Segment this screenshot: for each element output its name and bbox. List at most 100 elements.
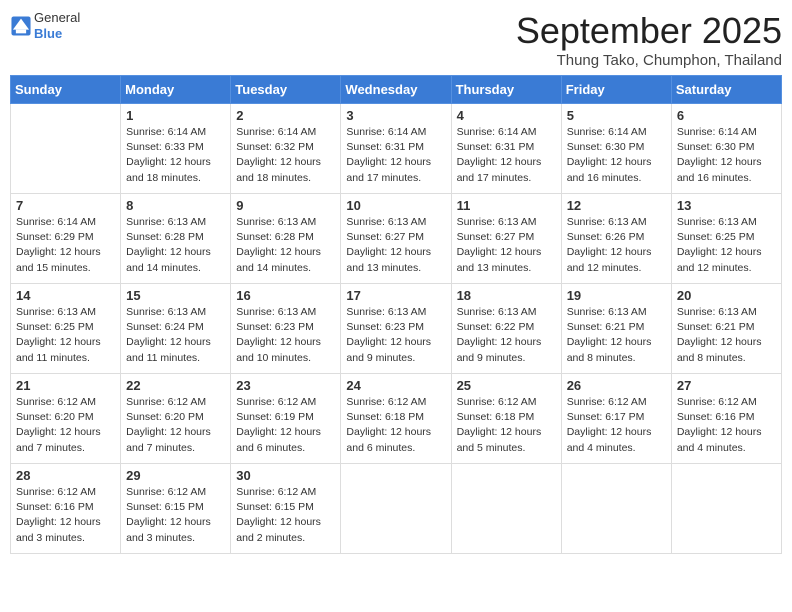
- day-info: Sunrise: 6:12 AMSunset: 6:19 PMDaylight:…: [236, 395, 335, 456]
- logo-icon: [10, 15, 32, 37]
- day-info: Sunrise: 6:13 AMSunset: 6:25 PMDaylight:…: [16, 305, 115, 366]
- day-number: 1: [126, 108, 225, 123]
- calendar-cell: 10 Sunrise: 6:13 AMSunset: 6:27 PMDayligh…: [341, 194, 451, 284]
- day-number: 4: [457, 108, 556, 123]
- day-info: Sunrise: 6:12 AMSunset: 6:16 PMDaylight:…: [16, 485, 115, 546]
- day-number: 21: [16, 378, 115, 393]
- day-info: Sunrise: 6:12 AMSunset: 6:16 PMDaylight:…: [677, 395, 776, 456]
- location-title: Thung Tako, Chumphon, Thailand: [516, 52, 782, 69]
- day-info: Sunrise: 6:14 AMSunset: 6:31 PMDaylight:…: [346, 125, 445, 186]
- day-number: 20: [677, 288, 776, 303]
- day-number: 30: [236, 468, 335, 483]
- calendar-cell: [671, 464, 781, 554]
- calendar-cell: 4 Sunrise: 6:14 AMSunset: 6:31 PMDaylight…: [451, 104, 561, 194]
- day-number: 3: [346, 108, 445, 123]
- header-sunday: Sunday: [11, 76, 121, 104]
- calendar-cell: 29 Sunrise: 6:12 AMSunset: 6:15 PMDayligh…: [121, 464, 231, 554]
- day-info: Sunrise: 6:13 AMSunset: 6:28 PMDaylight:…: [236, 215, 335, 276]
- logo-general: General: [34, 10, 80, 26]
- page-header: General Blue September 2025 Thung Tako, …: [10, 10, 782, 69]
- day-info: Sunrise: 6:14 AMSunset: 6:32 PMDaylight:…: [236, 125, 335, 186]
- logo-blue: Blue: [34, 26, 80, 42]
- calendar-cell: 26Sunrise: 6:12 AMSunset: 6:17 PMDayligh…: [561, 374, 671, 464]
- day-number: 13: [677, 198, 776, 213]
- week-row-3: 14 Sunrise: 6:13 AMSunset: 6:25 PMDayligh…: [11, 284, 782, 374]
- calendar-cell: [11, 104, 121, 194]
- day-info: Sunrise: 6:12 AMSunset: 6:15 PMDaylight:…: [126, 485, 225, 546]
- calendar-cell: 7Sunrise: 6:14 AMSunset: 6:29 PMDaylight…: [11, 194, 121, 284]
- day-info: Sunrise: 6:14 AMSunset: 6:31 PMDaylight:…: [457, 125, 556, 186]
- day-number: 25: [457, 378, 556, 393]
- day-number: 9: [236, 198, 335, 213]
- calendar-cell: 19 Sunrise: 6:13 AMSunset: 6:21 PMDayligh…: [561, 284, 671, 374]
- calendar-cell: 28 Sunrise: 6:12 AMSunset: 6:16 PMDayligh…: [11, 464, 121, 554]
- calendar-cell: 14 Sunrise: 6:13 AMSunset: 6:25 PMDayligh…: [11, 284, 121, 374]
- calendar-cell: 18 Sunrise: 6:13 AMSunset: 6:22 PMDayligh…: [451, 284, 561, 374]
- calendar-cell: 1Sunrise: 6:14 AMSunset: 6:33 PMDaylight…: [121, 104, 231, 194]
- header-wednesday: Wednesday: [341, 76, 451, 104]
- day-info: Sunrise: 6:13 AMSunset: 6:21 PMDaylight:…: [677, 305, 776, 366]
- calendar-cell: 25Sunrise: 6:12 AMSunset: 6:18 PMDayligh…: [451, 374, 561, 464]
- header-thursday: Thursday: [451, 76, 561, 104]
- day-number: 2: [236, 108, 335, 123]
- header-friday: Friday: [561, 76, 671, 104]
- title-area: September 2025 Thung Tako, Chumphon, Tha…: [516, 10, 782, 69]
- day-info: Sunrise: 6:13 AMSunset: 6:26 PMDaylight:…: [567, 215, 666, 276]
- day-info: Sunrise: 6:13 AMSunset: 6:23 PMDaylight:…: [346, 305, 445, 366]
- day-info: Sunrise: 6:13 AMSunset: 6:23 PMDaylight:…: [236, 305, 335, 366]
- month-title: September 2025: [516, 10, 782, 52]
- header-monday: Monday: [121, 76, 231, 104]
- calendar-cell: 6 Sunrise: 6:14 AMSunset: 6:30 PMDaylight…: [671, 104, 781, 194]
- calendar-cell: 27 Sunrise: 6:12 AMSunset: 6:16 PMDayligh…: [671, 374, 781, 464]
- day-info: Sunrise: 6:13 AMSunset: 6:21 PMDaylight:…: [567, 305, 666, 366]
- day-number: 15: [126, 288, 225, 303]
- day-info: Sunrise: 6:13 AMSunset: 6:25 PMDaylight:…: [677, 215, 776, 276]
- day-number: 19: [567, 288, 666, 303]
- day-number: 28: [16, 468, 115, 483]
- calendar-cell: 5 Sunrise: 6:14 AMSunset: 6:30 PMDaylight…: [561, 104, 671, 194]
- day-info: Sunrise: 6:12 AMSunset: 6:17 PMDaylight:…: [567, 395, 666, 456]
- calendar: SundayMondayTuesdayWednesdayThursdayFrid…: [10, 75, 782, 554]
- day-number: 12: [567, 198, 666, 213]
- day-number: 29: [126, 468, 225, 483]
- day-number: 18: [457, 288, 556, 303]
- day-info: Sunrise: 6:12 AMSunset: 6:20 PMDaylight:…: [16, 395, 115, 456]
- calendar-cell: [451, 464, 561, 554]
- day-number: 6: [677, 108, 776, 123]
- day-number: 14: [16, 288, 115, 303]
- day-info: Sunrise: 6:12 AMSunset: 6:18 PMDaylight:…: [346, 395, 445, 456]
- calendar-cell: 17Sunrise: 6:13 AMSunset: 6:23 PMDayligh…: [341, 284, 451, 374]
- day-number: 24: [346, 378, 445, 393]
- calendar-header-row: SundayMondayTuesdayWednesdayThursdayFrid…: [11, 76, 782, 104]
- day-number: 5: [567, 108, 666, 123]
- week-row-1: 1Sunrise: 6:14 AMSunset: 6:33 PMDaylight…: [11, 104, 782, 194]
- calendar-cell: 8Sunrise: 6:13 AMSunset: 6:28 PMDaylight…: [121, 194, 231, 284]
- day-number: 22: [126, 378, 225, 393]
- day-info: Sunrise: 6:13 AMSunset: 6:27 PMDaylight:…: [346, 215, 445, 276]
- day-info: Sunrise: 6:13 AMSunset: 6:22 PMDaylight:…: [457, 305, 556, 366]
- calendar-cell: 15Sunrise: 6:13 AMSunset: 6:24 PMDayligh…: [121, 284, 231, 374]
- week-row-2: 7Sunrise: 6:14 AMSunset: 6:29 PMDaylight…: [11, 194, 782, 284]
- calendar-cell: 22Sunrise: 6:12 AMSunset: 6:20 PMDayligh…: [121, 374, 231, 464]
- calendar-cell: 21 Sunrise: 6:12 AMSunset: 6:20 PMDayligh…: [11, 374, 121, 464]
- day-info: Sunrise: 6:13 AMSunset: 6:27 PMDaylight:…: [457, 215, 556, 276]
- calendar-cell: 3 Sunrise: 6:14 AMSunset: 6:31 PMDaylight…: [341, 104, 451, 194]
- logo-text: General Blue: [34, 10, 80, 41]
- calendar-cell: 13 Sunrise: 6:13 AMSunset: 6:25 PMDayligh…: [671, 194, 781, 284]
- calendar-cell: [561, 464, 671, 554]
- header-saturday: Saturday: [671, 76, 781, 104]
- calendar-cell: 24 Sunrise: 6:12 AMSunset: 6:18 PMDayligh…: [341, 374, 451, 464]
- day-number: 10: [346, 198, 445, 213]
- day-number: 11: [457, 198, 556, 213]
- calendar-cell: 16Sunrise: 6:13 AMSunset: 6:23 PMDayligh…: [231, 284, 341, 374]
- day-info: Sunrise: 6:14 AMSunset: 6:30 PMDaylight:…: [677, 125, 776, 186]
- calendar-cell: 23Sunrise: 6:12 AMSunset: 6:19 PMDayligh…: [231, 374, 341, 464]
- calendar-cell: [341, 464, 451, 554]
- day-number: 8: [126, 198, 225, 213]
- calendar-cell: 12 Sunrise: 6:13 AMSunset: 6:26 PMDayligh…: [561, 194, 671, 284]
- header-tuesday: Tuesday: [231, 76, 341, 104]
- day-info: Sunrise: 6:12 AMSunset: 6:15 PMDaylight:…: [236, 485, 335, 546]
- week-row-4: 21 Sunrise: 6:12 AMSunset: 6:20 PMDayligh…: [11, 374, 782, 464]
- day-info: Sunrise: 6:14 AMSunset: 6:30 PMDaylight:…: [567, 125, 666, 186]
- day-number: 27: [677, 378, 776, 393]
